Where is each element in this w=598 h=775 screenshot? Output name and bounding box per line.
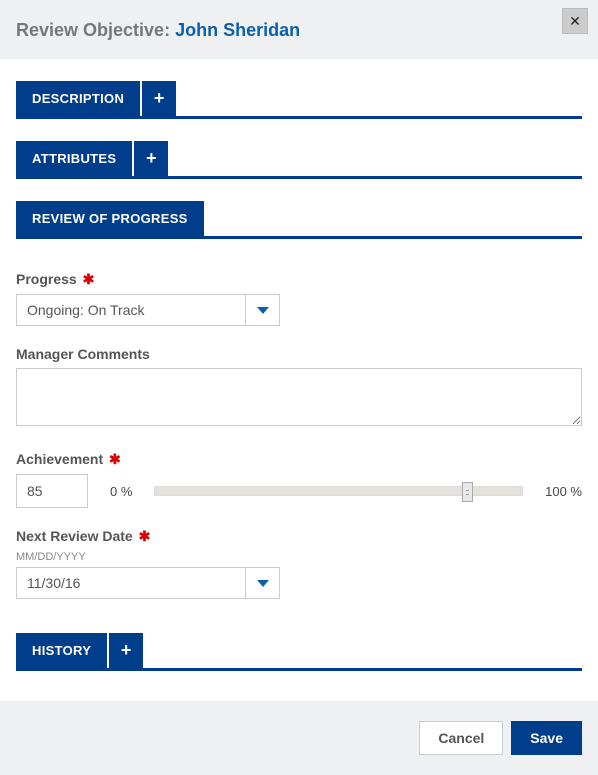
attributes-tabrow: ATTRIBUTES + bbox=[16, 141, 582, 179]
page-title: Review Objective: John Sheridan bbox=[16, 20, 582, 41]
required-icon: ✱ bbox=[83, 271, 95, 287]
slider-thumb-icon[interactable] bbox=[462, 482, 473, 502]
review-tabrow: REVIEW OF PROGRESS bbox=[16, 201, 582, 239]
achievement-slider[interactable] bbox=[154, 486, 523, 496]
progress-label-text: Progress bbox=[16, 271, 77, 287]
progress-dropdown-button[interactable] bbox=[246, 294, 280, 326]
progress-select[interactable] bbox=[16, 294, 246, 326]
save-button[interactable]: Save bbox=[511, 721, 582, 755]
description-tabrow: DESCRIPTION + bbox=[16, 81, 582, 119]
next-review-date-input[interactable] bbox=[16, 567, 246, 599]
history-tabrow: HISTORY + bbox=[16, 633, 582, 671]
next-review-label: Next Review Date ✱ bbox=[16, 528, 582, 545]
achievement-max-label: 100 % bbox=[545, 484, 582, 499]
title-person-link[interactable]: John Sheridan bbox=[175, 20, 300, 40]
chevron-down-icon bbox=[257, 580, 269, 587]
tab-history[interactable]: HISTORY bbox=[16, 633, 107, 668]
required-icon: ✱ bbox=[109, 451, 121, 467]
tab-description[interactable]: DESCRIPTION bbox=[16, 81, 140, 116]
plus-icon: + bbox=[154, 88, 165, 109]
cancel-button[interactable]: Cancel bbox=[419, 721, 503, 755]
close-icon: ✕ bbox=[569, 13, 581, 30]
add-history-button[interactable]: + bbox=[109, 633, 143, 668]
manager-comments-label: Manager Comments bbox=[16, 346, 582, 362]
plus-icon: + bbox=[121, 640, 132, 661]
footer-bar: Cancel Save bbox=[0, 701, 598, 775]
required-icon: ✱ bbox=[139, 528, 151, 544]
achievement-min-label: 0 % bbox=[110, 484, 132, 499]
manager-comments-textarea[interactable] bbox=[16, 368, 582, 426]
achievement-label: Achievement ✱ bbox=[16, 451, 582, 468]
tab-attributes[interactable]: ATTRIBUTES bbox=[16, 141, 132, 176]
date-format-hint: MM/DD/YYYY bbox=[16, 551, 582, 563]
close-button[interactable]: ✕ bbox=[562, 8, 588, 34]
achievement-input[interactable] bbox=[16, 474, 88, 508]
next-review-label-text: Next Review Date bbox=[16, 528, 133, 544]
plus-icon: + bbox=[146, 148, 157, 169]
add-attribute-button[interactable]: + bbox=[134, 141, 168, 176]
tab-review-of-progress[interactable]: REVIEW OF PROGRESS bbox=[16, 201, 204, 236]
progress-label: Progress ✱ bbox=[16, 271, 582, 288]
add-description-button[interactable]: + bbox=[142, 81, 176, 116]
title-prefix: Review Objective: bbox=[16, 20, 175, 40]
chevron-down-icon bbox=[257, 307, 269, 314]
date-dropdown-button[interactable] bbox=[246, 567, 280, 599]
achievement-label-text: Achievement bbox=[16, 451, 103, 467]
